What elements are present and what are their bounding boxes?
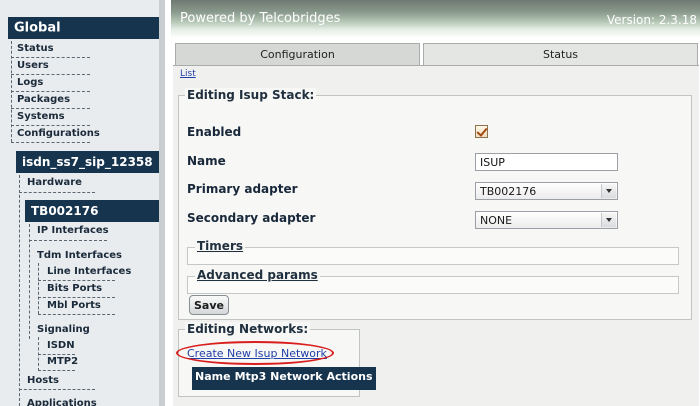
sidebar-device-header[interactable]: isdn_ss7_sip_12358 xyxy=(16,151,159,173)
sidebar-global-title: Global xyxy=(14,20,61,36)
timers-section: Timers xyxy=(187,239,679,265)
sidebar-item-tdm-interfaces[interactable]: Tdm Interfaces xyxy=(37,250,122,261)
sidebar-item-ip-interfaces[interactable]: IP Interfaces xyxy=(37,225,109,236)
divider xyxy=(11,57,90,58)
save-button[interactable]: Save xyxy=(189,295,229,315)
sidebar-item-line-interfaces[interactable]: Line Interfaces xyxy=(47,266,131,277)
tab-configuration[interactable]: Configuration xyxy=(175,43,420,65)
tree-line xyxy=(19,175,20,406)
create-isup-network-link[interactable]: Create New Isup Network xyxy=(187,347,327,360)
sidebar-item-mtp2[interactable]: MTP2 xyxy=(47,356,78,367)
enabled-label: Enabled xyxy=(187,125,242,139)
networks-table: Name Mtp3 Network Actions xyxy=(192,367,376,390)
divider xyxy=(11,74,90,75)
sidebar-item-isdn[interactable]: ISDN xyxy=(47,340,75,351)
divider xyxy=(19,192,95,193)
sidebar-adapter-title: TB002176 xyxy=(31,204,99,218)
sidebar-item-configurations[interactable]: Configurations xyxy=(17,128,100,139)
divider xyxy=(38,354,75,355)
sidebar-item-hosts[interactable]: Hosts xyxy=(27,375,59,386)
sidebar-adapter-header[interactable]: TB002176 xyxy=(25,200,159,222)
name-input[interactable] xyxy=(475,153,618,171)
header-banner: Powered by Telcobridges Version: 2.3.18 xyxy=(171,0,700,38)
enabled-checkbox[interactable] xyxy=(475,125,488,138)
divider xyxy=(19,389,95,390)
stack-form-legend: Editing Isup Stack: xyxy=(185,88,317,102)
divider xyxy=(38,314,115,315)
chevron-down-icon xyxy=(601,213,616,227)
brand-title: Powered by Telcobridges xyxy=(180,11,341,26)
sidebar-item-packages[interactable]: Packages xyxy=(17,94,70,105)
sidebar-item-mbl-ports[interactable]: Mbl Ports xyxy=(47,300,101,311)
advanced-params-section: Advanced params xyxy=(187,268,679,294)
divider xyxy=(29,240,107,241)
column-header-mtp3-network: Mtp3 Network xyxy=(233,367,324,390)
primary-adapter-label: Primary adapter xyxy=(187,182,298,196)
advanced-params-toggle[interactable]: Advanced params xyxy=(195,268,320,282)
sidebar-item-applications[interactable]: Applications xyxy=(27,398,97,406)
secondary-adapter-select[interactable]: NONE xyxy=(475,211,618,229)
sidebar-device-title: isdn_ss7_sip_12358 xyxy=(22,155,153,169)
timers-toggle[interactable]: Timers xyxy=(195,239,246,253)
divider xyxy=(11,108,90,109)
column-header-name: Name xyxy=(194,367,232,390)
primary-adapter-value: TB002176 xyxy=(480,185,537,198)
secondary-adapter-label: Secondary adapter xyxy=(187,211,316,225)
divider xyxy=(11,142,90,143)
divider xyxy=(11,91,90,92)
chevron-down-icon xyxy=(601,184,616,198)
sidebar-item-hardware[interactable]: Hardware xyxy=(27,177,82,188)
sidebar-item-status[interactable]: Status xyxy=(17,43,54,54)
primary-adapter-select[interactable]: TB002176 xyxy=(475,182,618,200)
sidebar-global-header[interactable]: Global xyxy=(8,17,159,39)
divider xyxy=(11,125,90,126)
sidebar-item-systems[interactable]: Systems xyxy=(17,111,65,122)
sidebar-item-bits-ports[interactable]: Bits Ports xyxy=(47,283,102,294)
tab-status[interactable]: Status xyxy=(423,43,698,65)
sidebar-item-users[interactable]: Users xyxy=(17,60,49,71)
secondary-adapter-value: NONE xyxy=(480,214,513,227)
name-label: Name xyxy=(187,154,226,168)
sidebar-item-logs[interactable]: Logs xyxy=(17,77,43,88)
sidebar: Global Status Users Logs Packages System… xyxy=(0,0,165,406)
list-link[interactable]: List xyxy=(180,69,196,79)
divider xyxy=(38,370,75,371)
tree-line xyxy=(29,224,30,339)
divider xyxy=(38,280,115,281)
column-header-actions: Actions xyxy=(325,367,374,390)
tree-line xyxy=(38,263,39,314)
divider xyxy=(38,297,115,298)
version-label: Version: 2.3.18 xyxy=(606,13,697,27)
sidebar-item-signaling[interactable]: Signaling xyxy=(37,324,90,335)
networks-legend: Editing Networks: xyxy=(185,322,311,336)
